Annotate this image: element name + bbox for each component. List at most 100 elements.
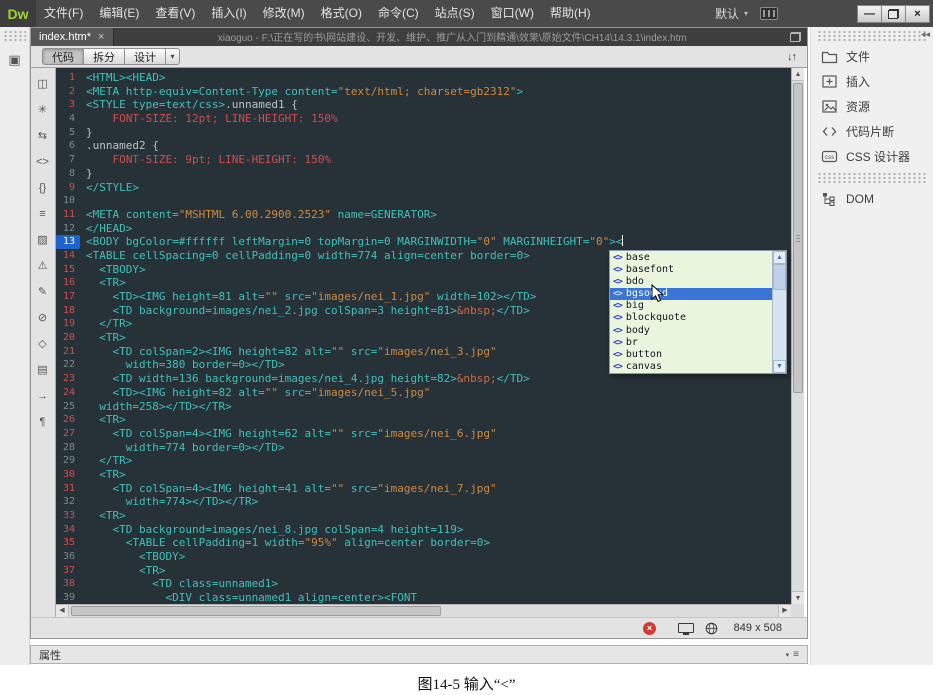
horizontal-scrollbar[interactable]: ◀ ▶ xyxy=(56,604,791,617)
code-hint-bgsound[interactable]: <>bgsound xyxy=(610,288,772,300)
collapse-dock-icon[interactable]: ◂◂ xyxy=(921,29,930,40)
code-line[interactable]: 24 <TD><IMG height=82 alt="" src="images… xyxy=(56,386,791,400)
document-tab[interactable]: index.htm* × xyxy=(30,27,114,46)
code-hint-body[interactable]: <>body xyxy=(610,325,772,337)
scroll-down-icon[interactable]: ▼ xyxy=(773,360,786,373)
code-hint-canvas[interactable]: <>canvas xyxy=(610,361,772,373)
code-line[interactable]: 23 <TD width=136 background=images/nei_4… xyxy=(56,372,791,386)
panel-grip[interactable] xyxy=(817,172,927,184)
collapse-full-tag-icon[interactable]: ✳ xyxy=(33,103,53,118)
code-line[interactable]: 27 <TD colSpan=4><IMG height=62 alt="" s… xyxy=(56,427,791,441)
highlight-invalid-code-icon[interactable]: ▨ xyxy=(33,233,53,248)
code-line[interactable]: 28 width=774 border=0></TD> xyxy=(56,441,791,455)
balance-braces-icon[interactable]: {} xyxy=(33,181,53,196)
menu-item[interactable]: 查看(V) xyxy=(147,0,203,27)
panel-tab-dom[interactable]: DOM xyxy=(811,186,933,211)
document-restore-icon[interactable] xyxy=(790,32,801,42)
monitor-icon[interactable] xyxy=(678,623,694,633)
code-hint-basefont[interactable]: <>basefont xyxy=(610,264,772,276)
code-hint-button[interactable]: <>button xyxy=(610,349,772,361)
preview-globe-icon[interactable] xyxy=(705,622,718,635)
updown-icon[interactable]: ↓↑ xyxy=(787,51,796,63)
code-line[interactable]: 13<BODY bgColor=#ffffff leftMargin=0 top… xyxy=(56,235,791,249)
close-button[interactable]: × xyxy=(905,5,930,23)
panel-tab-files[interactable]: 文件 xyxy=(811,44,933,69)
code-line[interactable]: 9</STYLE> xyxy=(56,181,791,195)
minimize-button[interactable]: — xyxy=(857,5,882,23)
code-line[interactable]: 33 <TR> xyxy=(56,509,791,523)
remove-comment-icon[interactable]: ⊘ xyxy=(33,311,53,326)
menu-item[interactable]: 编辑(E) xyxy=(91,0,147,27)
horizontal-scrollbar-thumb[interactable] xyxy=(71,606,441,616)
menu-item[interactable]: 修改(M) xyxy=(255,0,313,27)
line-numbers-icon[interactable]: ≡ xyxy=(33,207,53,222)
code-hint-base[interactable]: <>base xyxy=(610,252,772,264)
indent-icon[interactable]: → xyxy=(33,389,53,404)
code-hint-big[interactable]: <>big xyxy=(610,300,772,312)
code-line[interactable]: 7 FONT-SIZE: 9pt; LINE-HEIGHT: 150% xyxy=(56,153,791,167)
code-hint-br[interactable]: <>br xyxy=(610,337,772,349)
syntax-error-alerts-icon[interactable]: ⚠ xyxy=(33,259,53,274)
panel-menu-icon[interactable]: ≡ xyxy=(793,649,799,660)
menu-item[interactable]: 命令(C) xyxy=(370,0,427,27)
scroll-left-icon[interactable]: ◀ xyxy=(56,605,69,617)
split-view-button[interactable]: 拆分 xyxy=(83,48,125,65)
menu-item[interactable]: 站点(S) xyxy=(427,0,483,27)
wrap-tag-icon[interactable]: ◇ xyxy=(33,337,53,352)
menu-item[interactable]: 窗口(W) xyxy=(483,0,542,27)
code-line[interactable]: 4 FONT-SIZE: 12pt; LINE-HEIGHT: 150% xyxy=(56,112,791,126)
design-view-button[interactable]: 设计 xyxy=(124,48,166,65)
code-line[interactable]: 6.unnamed2 { xyxy=(56,139,791,153)
panel-tab-assets[interactable]: 资源 xyxy=(811,94,933,119)
hints-scrollbar-thumb[interactable] xyxy=(773,264,786,290)
window-size-indicator[interactable]: 849 x 508 xyxy=(734,622,782,634)
scroll-down-icon[interactable]: ▼ xyxy=(792,591,804,604)
vertical-scrollbar[interactable]: ▲ ▼ xyxy=(791,68,804,604)
workspace-switcher[interactable]: 默认 ▾ xyxy=(715,5,748,22)
code-line[interactable]: 1<HTML><HEAD> xyxy=(56,71,791,85)
code-line[interactable]: 2<META http-equiv=Content-Type content="… xyxy=(56,85,791,99)
panel-tab-insert[interactable]: 插入 xyxy=(811,69,933,94)
panel-grip[interactable] xyxy=(817,30,927,42)
code-hint-blockquote[interactable]: <>blockquote xyxy=(610,312,772,324)
code-view-button[interactable]: 代码 xyxy=(42,48,84,65)
vertical-scrollbar-thumb[interactable] xyxy=(793,83,803,393)
panel-tab-snippets[interactable]: 代码片断 xyxy=(811,119,933,144)
code-line[interactable]: 36 <TBODY> xyxy=(56,550,791,564)
code-hint-bdo[interactable]: <>bdo xyxy=(610,276,772,288)
properties-panel-bar[interactable]: 属性 ▾ ≡ xyxy=(30,645,808,664)
restore-button[interactable] xyxy=(881,5,906,23)
tab-close-icon[interactable]: × xyxy=(98,31,104,43)
chevron-down-icon[interactable]: ▾ xyxy=(786,651,790,659)
code-line[interactable]: 3<STYLE type=text/css>.unnamed1 { xyxy=(56,98,791,112)
recent-snippets-icon[interactable]: ▤ xyxy=(33,363,53,378)
code-line[interactable]: 38 <TD class=unnamed1> xyxy=(56,577,791,591)
menu-item[interactable]: 文件(F) xyxy=(36,0,91,27)
code-line[interactable]: 10 xyxy=(56,194,791,208)
code-line[interactable]: 39 <DIV class=unnamed1 align=center><FON… xyxy=(56,591,791,604)
code-line[interactable]: 31 <TD colSpan=4><IMG height=41 alt="" s… xyxy=(56,482,791,496)
panel-tab-css-designer[interactable]: css CSS 设计器 xyxy=(811,144,933,169)
select-parent-tag-icon[interactable]: <> xyxy=(33,155,53,170)
code-line[interactable]: 12</HEAD> xyxy=(56,222,791,236)
code-line[interactable]: 29 </TR> xyxy=(56,454,791,468)
code-line[interactable]: 35 <TABLE cellPadding=1 width="95%" alig… xyxy=(56,536,791,550)
code-line[interactable]: 11<META content="MSHTML 6.00.2900.2523" … xyxy=(56,208,791,222)
code-line[interactable]: 30 <TR> xyxy=(56,468,791,482)
menu-item[interactable]: 帮助(H) xyxy=(542,0,599,27)
code-line[interactable]: 26 <TR> xyxy=(56,413,791,427)
collapsed-panel-icon[interactable]: ▣ xyxy=(0,52,29,68)
format-source-icon[interactable]: ¶ xyxy=(33,415,53,430)
code-line[interactable]: 8} xyxy=(56,167,791,181)
code-line[interactable]: 37 <TR> xyxy=(56,564,791,578)
code-line[interactable]: 5} xyxy=(56,126,791,140)
menu-item[interactable]: 格式(O) xyxy=(313,0,370,27)
scroll-right-icon[interactable]: ▶ xyxy=(778,605,791,617)
scroll-up-icon[interactable]: ▲ xyxy=(792,68,804,81)
open-documents-icon[interactable]: ◫ xyxy=(33,77,53,92)
code-line[interactable]: 34 <TD background=images/nei_8.jpg colSp… xyxy=(56,523,791,537)
code-line[interactable]: 32 width=774></TD></TR> xyxy=(56,495,791,509)
error-check-icon[interactable]: × xyxy=(643,622,656,635)
scroll-up-icon[interactable]: ▲ xyxy=(773,251,786,264)
panel-grip[interactable] xyxy=(3,30,26,43)
